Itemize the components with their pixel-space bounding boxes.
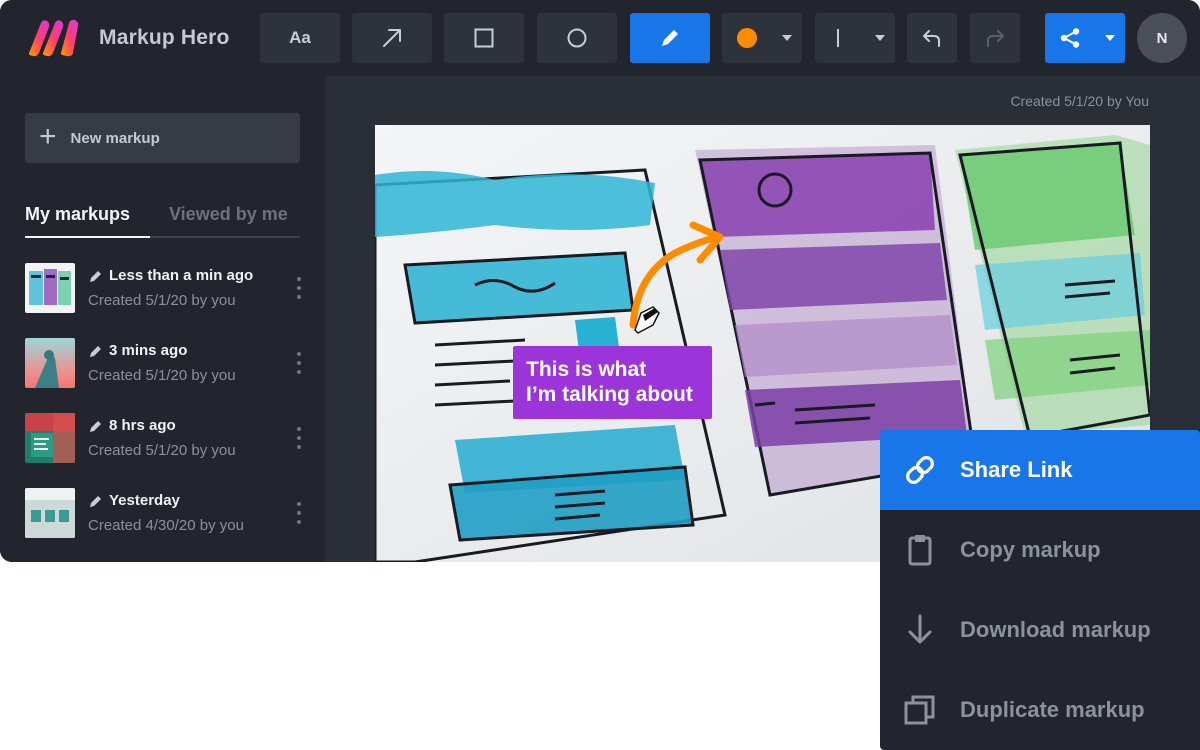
list-item[interactable]: 8 hrs ago Created 5/1/20 by you xyxy=(25,413,315,465)
item-subtitle: Created 5/1/20 by you xyxy=(88,442,236,459)
pencil-icon xyxy=(90,495,101,507)
pencil-icon xyxy=(90,270,101,282)
clipboard-icon xyxy=(902,532,938,568)
markup-hero-logo xyxy=(28,19,79,57)
color-picker-button[interactable] xyxy=(722,13,802,63)
menu-item-label: Download markup xyxy=(960,617,1151,642)
share-icon xyxy=(1060,28,1080,48)
markup-thumbnail xyxy=(25,263,75,313)
new-markup-label: New markup xyxy=(70,129,160,147)
share-button[interactable] xyxy=(1045,13,1125,63)
duplicate-icon xyxy=(902,692,938,728)
menu-item-label: Copy markup xyxy=(960,537,1101,562)
chevron-down-icon xyxy=(782,35,792,41)
item-title-text: Less than a min ago xyxy=(109,267,254,284)
more-options-icon[interactable] xyxy=(296,427,302,449)
pencil-icon xyxy=(90,345,101,357)
item-title: 3 mins ago xyxy=(89,342,187,359)
menu-item-share-link[interactable]: Share Link xyxy=(880,430,1200,510)
toolbar: Markup Hero Aa N xyxy=(0,0,1200,76)
menu-item-copy-markup[interactable]: Copy markup xyxy=(880,510,1200,590)
item-title: Yesterday xyxy=(89,492,180,509)
redo-icon xyxy=(987,30,1004,47)
chevron-down-icon xyxy=(875,35,885,41)
created-label: Created 5/1/20 by You xyxy=(1010,93,1149,109)
text-tool-button[interactable]: Aa xyxy=(260,13,340,63)
redo-button[interactable] xyxy=(970,13,1020,63)
tab-viewed-by-me[interactable]: Viewed by me xyxy=(169,204,288,225)
more-options-icon[interactable] xyxy=(296,277,302,299)
item-subtitle: Created 5/1/20 by you xyxy=(88,367,236,384)
stroke-width-icon xyxy=(837,29,839,47)
item-title-text: 3 mins ago xyxy=(109,342,188,359)
circle-icon xyxy=(567,28,587,48)
stroke-width-button[interactable] xyxy=(815,13,895,63)
item-subtitle: Created 5/1/20 by you xyxy=(88,292,236,309)
download-icon xyxy=(902,612,938,648)
more-options-icon[interactable] xyxy=(296,502,302,524)
list-item[interactable]: Less than a min ago Created 5/1/20 by yo… xyxy=(25,263,315,315)
menu-item-label: Duplicate markup xyxy=(960,697,1145,722)
list-item[interactable]: 3 mins ago Created 5/1/20 by you xyxy=(25,338,315,390)
item-title-text: 8 hrs ago xyxy=(109,417,176,434)
undo-icon xyxy=(923,30,940,47)
sidebar: + New markup My markups Viewed by me Les… xyxy=(0,76,325,562)
markup-thumbnail xyxy=(25,338,75,388)
list-item[interactable]: Yesterday Created 4/30/20 by you xyxy=(25,488,315,540)
item-title: Less than a min ago xyxy=(89,267,253,284)
color-swatch-icon xyxy=(737,28,757,48)
item-subtitle: Created 4/30/20 by you xyxy=(88,517,244,534)
text-tool-label: Aa xyxy=(289,28,311,47)
plus-icon: + xyxy=(39,119,57,153)
pencil-icon xyxy=(90,420,101,432)
ellipse-tool-button[interactable] xyxy=(537,13,617,63)
item-title: 8 hrs ago xyxy=(89,417,176,434)
arrow-tool-button[interactable] xyxy=(352,13,432,63)
app-title: Markup Hero xyxy=(99,26,230,49)
chevron-down-icon xyxy=(1105,35,1115,41)
rectangle-tool-button[interactable] xyxy=(444,13,524,63)
active-tab-indicator xyxy=(25,236,150,238)
sidebar-tabs: My markups Viewed by me xyxy=(25,204,300,238)
menu-item-download-markup[interactable]: Download markup xyxy=(880,590,1200,670)
share-dropdown-menu: Share Link Copy markup Download markup D… xyxy=(880,430,1200,750)
markup-thumbnail xyxy=(25,413,75,463)
undo-button[interactable] xyxy=(907,13,957,63)
pencil-icon xyxy=(662,30,678,46)
square-icon xyxy=(474,28,494,48)
text-callout[interactable]: This is what I’m talking about xyxy=(513,346,712,419)
new-markup-button[interactable]: + New markup xyxy=(25,113,300,163)
arrow-icon xyxy=(383,29,401,47)
menu-item-duplicate-markup[interactable]: Duplicate markup xyxy=(880,670,1200,750)
tab-my-markups[interactable]: My markups xyxy=(25,204,130,225)
pen-tool-button[interactable] xyxy=(630,13,710,63)
link-icon xyxy=(902,452,938,488)
item-title-text: Yesterday xyxy=(109,492,180,509)
avatar[interactable]: N xyxy=(1137,13,1187,63)
menu-item-label: Share Link xyxy=(960,457,1073,482)
more-options-icon[interactable] xyxy=(296,352,302,374)
markup-thumbnail xyxy=(25,488,75,538)
